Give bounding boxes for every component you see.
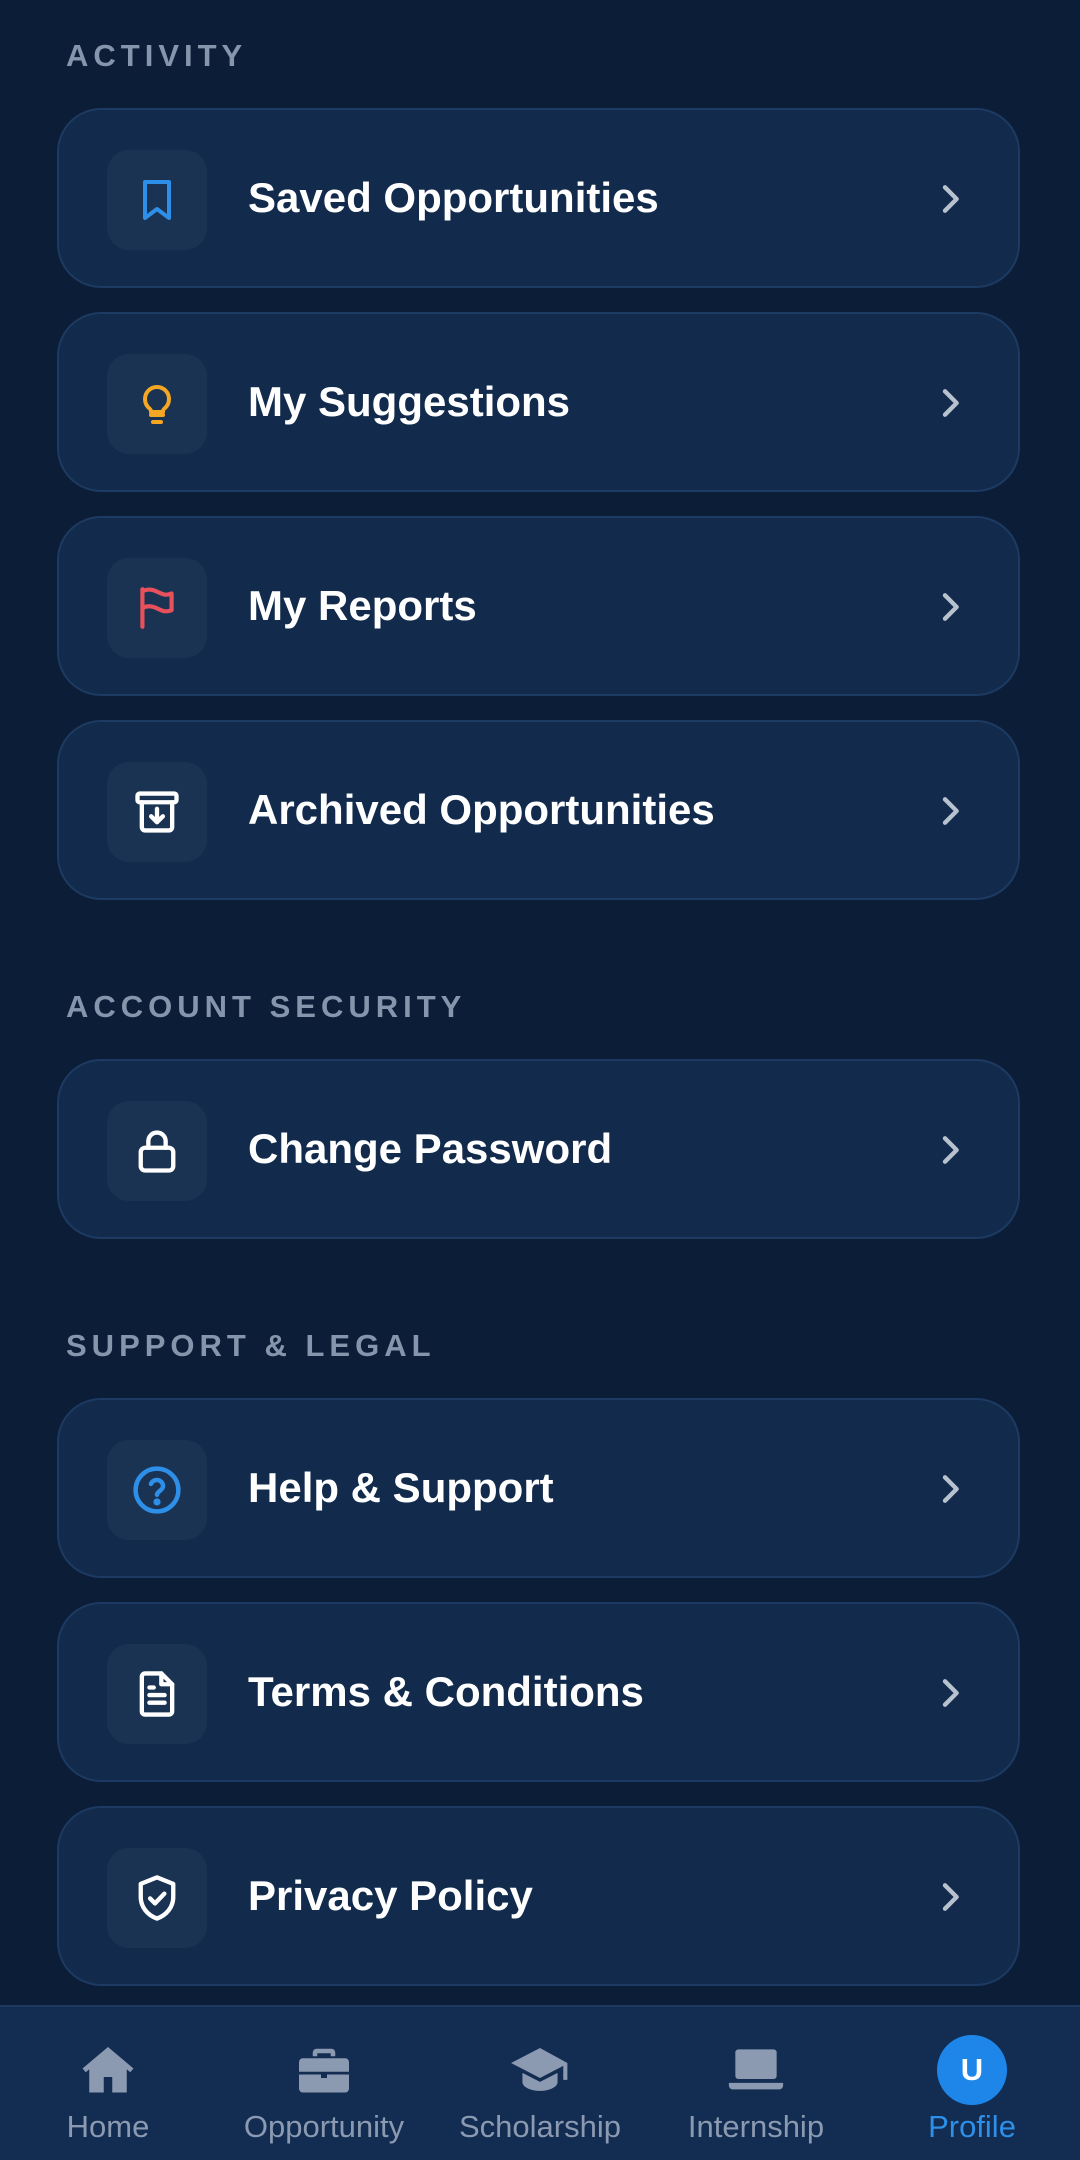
chevron-right-icon — [942, 1136, 959, 1164]
archived-opportunities-label: Archived Opportunities — [248, 786, 715, 833]
terms-conditions-label: Terms & Conditions — [248, 1668, 644, 1715]
nav-item-profile[interactable]: U Profile — [864, 2007, 1080, 2160]
home-icon — [73, 2035, 143, 2105]
flag-icon — [107, 558, 207, 658]
nav-label-home: Home — [66, 2109, 150, 2144]
chevron-right-icon — [942, 1475, 959, 1503]
section-label-activity: ACTIVITY — [66, 38, 248, 73]
help-support-item[interactable]: Help & Support — [57, 1398, 1020, 1578]
my-suggestions-label: My Suggestions — [248, 378, 571, 425]
my-suggestions-item[interactable]: My Suggestions — [57, 312, 1020, 492]
saved-opportunities-item[interactable]: Saved Opportunities — [57, 108, 1020, 288]
my-reports-item[interactable]: My Reports — [57, 516, 1020, 696]
nav-label-internship: Internship — [687, 2109, 825, 2144]
chevron-right-icon — [942, 1883, 959, 1911]
shield-check-icon — [107, 1848, 207, 1948]
nav-label-profile: Profile — [928, 2109, 1016, 2144]
chevron-right-icon — [942, 389, 959, 417]
nav-item-internship[interactable]: Internship — [648, 2007, 864, 2160]
avatar: U — [937, 2035, 1007, 2105]
terms-conditions-item[interactable]: Terms & Conditions — [57, 1602, 1020, 1782]
section-label-support-legal: SUPPORT & LEGAL — [66, 1328, 436, 1363]
archived-opportunities-item[interactable]: Archived Opportunities — [57, 720, 1020, 900]
briefcase-icon — [289, 2035, 359, 2105]
change-password-label: Change Password — [248, 1125, 613, 1172]
help-circle-icon — [107, 1440, 207, 1540]
change-password-item[interactable]: Change Password — [57, 1059, 1020, 1239]
privacy-policy-item[interactable]: Privacy Policy — [57, 1806, 1020, 1986]
nav-item-home[interactable]: Home — [0, 2007, 216, 2160]
graduation-cap-icon — [505, 2035, 575, 2105]
profile-avatar: U — [937, 2035, 1007, 2105]
chevron-right-icon — [942, 185, 959, 213]
nav-label-scholarship: Scholarship — [459, 2109, 621, 2144]
lightbulb-icon — [107, 354, 207, 454]
chevron-right-icon — [942, 1679, 959, 1707]
bookmark-icon — [107, 150, 207, 250]
laptop-icon — [721, 2035, 791, 2105]
privacy-policy-label: Privacy Policy — [248, 1872, 533, 1919]
nav-item-scholarship[interactable]: Scholarship — [432, 2007, 648, 2160]
nav-label-opportunity: Opportunity — [243, 2109, 405, 2144]
document-icon — [107, 1644, 207, 1744]
help-support-label: Help & Support — [248, 1464, 554, 1511]
lock-icon — [107, 1101, 207, 1201]
my-reports-label: My Reports — [248, 582, 477, 629]
chevron-right-icon — [942, 797, 959, 825]
bottom-navigation-bar: Home Opportunity Scholarship Internship … — [0, 2005, 1080, 2160]
nav-item-opportunity[interactable]: Opportunity — [216, 2007, 432, 2160]
archive-icon — [107, 762, 207, 862]
section-label-account-security: ACCOUNT SECURITY — [66, 989, 467, 1024]
saved-opportunities-label: Saved Opportunities — [248, 174, 659, 221]
chevron-right-icon — [942, 593, 959, 621]
